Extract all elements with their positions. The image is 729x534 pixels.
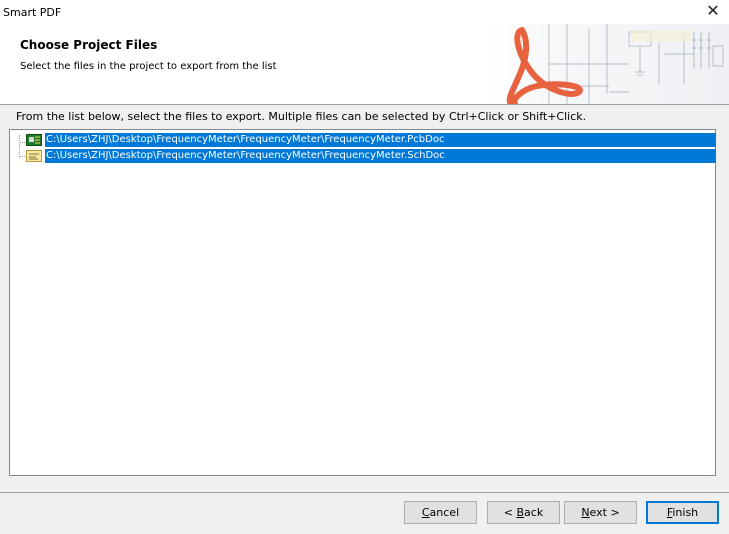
pdf-banner-image [489, 24, 729, 104]
page-subtitle: Select the files in the project to expor… [20, 61, 277, 72]
instructions-text: From the list below, select the files to… [16, 110, 587, 123]
list-item[interactable]: C:\Users\ZHJ\Desktop\FrequencyMeter\Freq… [45, 149, 716, 163]
list-item[interactable]: C:\Users\ZHJ\Desktop\FrequencyMeter\Freq… [45, 133, 716, 147]
header-separator [0, 104, 729, 105]
button-label-mnemonic: C [421, 506, 430, 519]
footer-separator [0, 492, 729, 493]
cancel-button[interactable]: Cancel [404, 501, 477, 524]
tree-line-vertical [19, 135, 20, 157]
page-title: Choose Project Files [20, 38, 158, 52]
back-button[interactable]: < Back [487, 501, 560, 524]
finish-button[interactable]: Finish [646, 501, 719, 524]
close-icon[interactable]: ✕ [705, 3, 721, 19]
button-label-prefix: < [503, 506, 517, 519]
button-label-rest: ack [524, 506, 544, 519]
title-bar: Smart PDF ✕ [0, 0, 729, 24]
button-label-mnemonic: B [516, 506, 525, 519]
schematic-document-icon [26, 150, 42, 162]
file-path: C:\Users\ZHJ\Desktop\FrequencyMeter\Freq… [46, 134, 445, 145]
file-path: C:\Users\ZHJ\Desktop\FrequencyMeter\Freq… [46, 150, 445, 161]
pcb-document-icon [26, 134, 42, 146]
button-label-rest: ancel [429, 506, 460, 519]
window-title: Smart PDF [3, 6, 62, 19]
button-label-mnemonic: N [581, 506, 590, 519]
button-label-rest: ext > [589, 506, 620, 519]
project-file-list[interactable]: C:\Users\ZHJ\Desktop\FrequencyMeter\Freq… [9, 129, 716, 476]
wizard-header: Choose Project Files Select the files in… [0, 24, 729, 104]
tree-line-horizontal [19, 156, 25, 157]
button-label-rest: inish [672, 506, 699, 519]
next-button[interactable]: Next > [564, 501, 637, 524]
tree-line-horizontal [19, 142, 25, 143]
